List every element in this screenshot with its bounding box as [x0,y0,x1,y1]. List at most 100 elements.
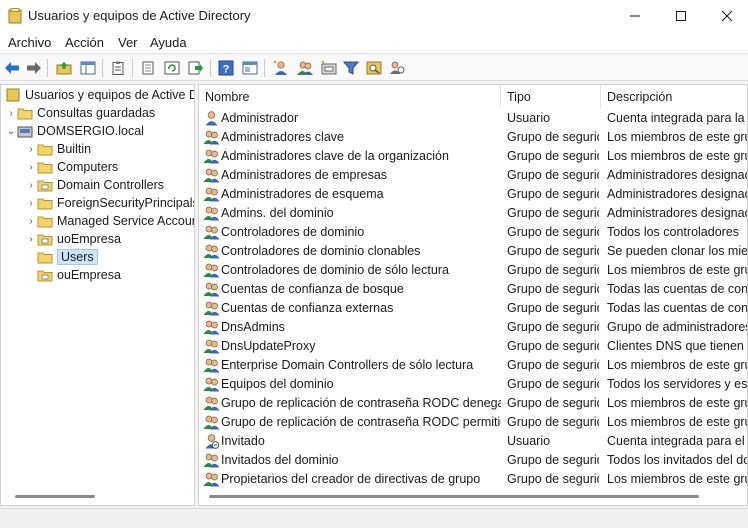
maximize-button[interactable] [658,0,704,32]
list-item[interactable]: Controladores de dominio clonables Grupo … [199,242,748,261]
folder-icon [37,144,53,156]
status-bar [0,508,748,528]
chevron-right-icon[interactable]: › [25,234,37,245]
folder-icon [37,252,53,264]
find-icon [366,61,382,75]
cell-description: Todos los servidores y estaciones [607,377,748,391]
minimize-button[interactable] [612,0,658,32]
view-button[interactable] [240,58,260,78]
cell-name: Propietarios del creador de directivas d… [221,472,481,486]
tree-item-saved-queries[interactable]: › Consultas guardadas [5,104,155,122]
list-item[interactable]: DnsUpdateProxy Grupo de seguridad Clientes… [199,337,747,356]
chevron-right-icon[interactable]: › [25,216,37,227]
new-user-button[interactable] [271,58,291,78]
list-item[interactable]: Administradores de esquema Grupo de segur… [199,185,747,204]
cell-name: Controladores de dominio de sólo lectura [221,263,449,277]
list-item[interactable]: Administrador Usuario Cuenta integrada par… [199,109,747,128]
chevron-right-icon[interactable]: › [25,180,37,191]
tree-item-foreign-security-principals[interactable]: › ForeignSecurityPrincipals [25,194,194,212]
new-group-button[interactable] [295,58,315,78]
chevron-right-icon[interactable]: › [25,162,37,173]
tree-root[interactable]: Usuarios y equipos de Active Directory [5,86,194,104]
chevron-right-icon[interactable]: › [25,198,37,209]
menu-archivo[interactable]: Archivo [8,35,51,50]
help-button[interactable]: ? [216,58,236,78]
refresh-button[interactable] [162,58,182,78]
list-item[interactable]: Grupo de replicación de contraseña RODC … [199,413,747,432]
cell-type: Grupo de seguridad [507,377,599,391]
group-icon [203,149,220,164]
properties-button[interactable] [108,58,128,78]
refresh-icon [164,61,180,75]
toolbar: ? [0,55,748,81]
filter-button[interactable] [341,58,361,78]
cell-type: Grupo de seguridad [507,415,599,429]
list-item[interactable]: Invitados del dominio Grupo de seguridad T… [199,451,747,470]
tree-item-ouempresa[interactable]: ouEmpresa [25,266,121,284]
column-header-description[interactable]: Descripción [601,85,747,109]
export-list-button[interactable] [186,58,206,78]
menu-accion[interactable]: Acción [65,35,104,50]
column-header-type[interactable]: Tipo [501,85,601,109]
tree-item-label: Domain Controllers [57,178,164,192]
cell-type: Grupo de seguridad [507,225,599,239]
list-item[interactable]: Administradores clave de la organización… [199,147,747,166]
list-item[interactable]: Cuentas de confianza externas Grupo de se… [199,299,747,318]
list-item[interactable]: Administradores de empresas Grupo de segu… [199,166,747,185]
add-to-group-button[interactable] [387,58,407,78]
menu-ver[interactable]: Ver [118,35,138,50]
list-item[interactable]: Equipos del dominio Grupo de seguridad Tod… [199,375,748,394]
list-item[interactable]: Invitado Usuario Cuenta integrada para el … [199,432,747,451]
list-item[interactable]: Admins. del dominio Grupo de seguridad Adm… [199,204,747,223]
cell-name: Grupo de replicación de contraseña RODC … [221,415,501,429]
tree-item-uoempresa[interactable]: › uoEmpresa [25,230,121,248]
column-header-name[interactable]: Nombre [199,85,501,109]
export-button[interactable] [138,58,158,78]
cell-description: Se pueden clonar los miembros [607,244,748,258]
cell-name: Controladores de dominio [221,225,365,239]
disabled-user-icon [205,434,220,449]
list-item[interactable]: Enterprise Domain Controllers de sólo le… [199,356,747,375]
cell-type: Usuario [507,434,551,448]
group-icon [203,187,220,202]
up-folder-button[interactable] [54,58,74,78]
list-item[interactable]: Controladores de dominio de sólo lectura… [199,261,747,280]
list-item[interactable]: Controladores de dominio Grupo de segurid… [199,223,747,242]
list-item[interactable]: DnsAdmins Grupo de seguridad Grupo de admi… [199,318,747,337]
list-item[interactable]: Administradores clave Grupo de seguridad L… [199,128,747,147]
group-icon [203,377,220,392]
tree-item-builtin[interactable]: › Builtin [25,140,91,158]
show-tree-button[interactable] [78,58,98,78]
chevron-down-icon[interactable]: ⌄ [5,126,17,137]
tree-item-domain-controllers[interactable]: › Domain Controllers [25,176,164,194]
forward-button[interactable] [24,58,44,78]
tree-item-computers[interactable]: › Computers [25,158,118,176]
list-item[interactable]: Grupo de replicación de contraseña RODC … [199,394,747,413]
cell-name: Administradores clave de la organización [221,149,449,163]
list-item[interactable]: Propietarios del creador de directivas d… [199,470,747,489]
tree-item-managed-service-accounts[interactable]: › Managed Service Accounts [25,212,194,230]
chevron-right-icon[interactable]: › [5,108,17,119]
tree-item-domain[interactable]: ⌄ DOMSERGIO.local [5,122,144,140]
tree-item-users[interactable]: Users [25,248,98,266]
cell-name: DnsAdmins [221,320,285,334]
cell-name: Invitado [221,434,265,448]
group-icon [203,453,220,468]
group-icon [203,396,220,411]
cell-description: Los miembros de este grupo [607,396,747,410]
chevron-right-icon[interactable]: › [25,144,37,155]
view-icon [242,61,258,75]
back-button[interactable] [2,58,22,78]
menu-ayuda[interactable]: Ayuda [150,35,187,50]
tree-horizontal-scrollbar[interactable] [15,495,95,498]
find-button[interactable] [364,58,384,78]
list-item[interactable]: Cuentas de confianza de bosque Grupo de s… [199,280,747,299]
cell-name: Invitados del dominio [221,453,339,467]
new-ou-button[interactable] [319,58,339,78]
list-horizontal-scrollbar[interactable] [209,495,699,498]
cell-type: Grupo de seguridad [507,130,599,144]
close-button[interactable] [704,0,748,32]
cell-type: Grupo de seguridad [507,472,599,486]
close-icon [721,10,733,22]
add-to-group-icon [390,61,405,74]
